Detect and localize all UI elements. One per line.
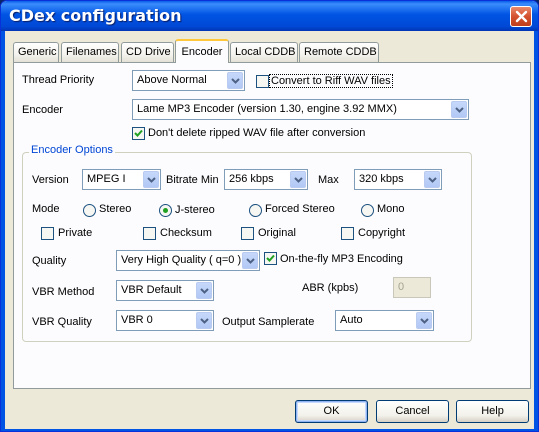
checksum-checkbox[interactable] — [143, 227, 156, 240]
quality-label: Quality — [32, 255, 67, 267]
vbr-method-select[interactable]: VBR Default — [116, 280, 214, 301]
checkmark-icon — [134, 129, 143, 137]
private-label: Private — [58, 227, 93, 239]
ok-button[interactable]: OK — [295, 400, 368, 423]
thread-priority-value: Above Normal — [137, 74, 207, 86]
quality-value: Very High Quality ( q=0 ) — [121, 254, 242, 266]
on-the-fly-checkbox[interactable] — [264, 252, 277, 265]
mode-stereo-radio[interactable] — [83, 204, 96, 217]
bitrate-max-label: Max — [318, 174, 339, 186]
dropdown-arrow-icon — [451, 101, 467, 118]
checkmark-icon — [266, 254, 275, 262]
bitrate-min-label: Bitrate Min — [166, 174, 219, 186]
abr-label: ABR (kpbs) — [302, 282, 359, 294]
bitrate-max-value: 320 kbps — [359, 173, 404, 185]
vbr-quality-select[interactable]: VBR 0 — [116, 310, 214, 331]
encoder-options-title: Encoder Options — [29, 144, 115, 156]
mode-mono-label: Mono — [377, 203, 405, 215]
version-label: Version — [32, 174, 69, 186]
encoder-label: Encoder — [22, 104, 63, 116]
mode-j-stereo-radio[interactable] — [159, 204, 172, 217]
cdex-configuration-dialog: CDex configuration Generic Filenames CD … — [0, 0, 539, 432]
version-value: MPEG I — [87, 173, 126, 185]
copyright-label: Copyright — [358, 227, 406, 239]
mode-label: Mode — [32, 203, 60, 215]
tab-generic[interactable]: Generic — [13, 42, 59, 62]
dropdown-arrow-icon — [424, 171, 440, 188]
dont-delete-wav-checkbox[interactable] — [132, 127, 145, 140]
mode-stereo-label: Stereo — [99, 203, 132, 215]
convert-riff-checkbox[interactable] — [256, 75, 269, 88]
window-frame-left — [1, 31, 5, 431]
abr-value: 0 — [398, 281, 405, 293]
vbr-quality-label: VBR Quality — [32, 316, 92, 328]
private-checkbox[interactable] — [41, 227, 54, 240]
dropdown-arrow-icon — [196, 282, 212, 299]
output-samplerate-select[interactable]: Auto — [335, 310, 434, 331]
tab-filenames[interactable]: Filenames — [61, 42, 119, 62]
output-samplerate-label: Output Samplerate — [222, 316, 315, 328]
original-label: Original — [258, 227, 296, 239]
window-title: CDex configuration — [9, 6, 182, 25]
version-select[interactable]: MPEG I — [82, 169, 161, 190]
bitrate-max-select[interactable]: 320 kbps — [354, 169, 442, 190]
quality-select[interactable]: Very High Quality ( q=0 ) — [116, 250, 260, 271]
dropdown-arrow-icon — [227, 72, 243, 89]
copyright-checkbox[interactable] — [341, 227, 354, 240]
tab-encoder[interactable]: Encoder — [175, 39, 229, 63]
tab-cd-drive[interactable]: CD Drive — [121, 42, 174, 62]
mode-j-stereo-label: J-stereo — [175, 204, 215, 216]
encoder-select[interactable]: Lame MP3 Encoder (version 1.30, engine 3… — [132, 99, 469, 120]
thread-priority-select[interactable]: Above Normal — [132, 70, 245, 91]
mode-forced-stereo-label: Forced Stereo — [265, 203, 335, 215]
dropdown-arrow-icon — [290, 171, 306, 188]
convert-riff-label: Convert to Riff WAV files — [269, 74, 393, 88]
mode-forced-stereo-radio[interactable] — [249, 204, 262, 217]
close-button[interactable] — [510, 6, 532, 27]
close-icon — [515, 10, 528, 23]
original-checkbox[interactable] — [241, 227, 254, 240]
encoder-value: Lame MP3 Encoder (version 1.30, engine 3… — [137, 103, 397, 115]
tab-remote-cddb[interactable]: Remote CDDB — [299, 42, 379, 62]
tab-local-cddb[interactable]: Local CDDB — [230, 42, 298, 62]
cancel-button[interactable]: Cancel — [376, 400, 449, 423]
window-frame-right — [534, 31, 538, 431]
vbr-method-label: VBR Method — [32, 286, 95, 298]
mode-mono-radio[interactable] — [361, 204, 374, 217]
bitrate-min-value: 256 kbps — [229, 173, 274, 185]
dont-delete-wav-label: Don't delete ripped WAV file after conve… — [148, 127, 366, 139]
thread-priority-label: Thread Priority — [22, 74, 95, 86]
dropdown-arrow-icon — [143, 171, 159, 188]
bitrate-min-select[interactable]: 256 kbps — [224, 169, 308, 190]
dropdown-arrow-icon — [242, 252, 258, 269]
vbr-method-value: VBR Default — [121, 284, 182, 296]
abr-input[interactable]: 0 — [393, 277, 431, 298]
checksum-label: Checksum — [160, 227, 212, 239]
dropdown-arrow-icon — [416, 312, 432, 329]
dropdown-arrow-icon — [196, 312, 212, 329]
vbr-quality-value: VBR 0 — [121, 314, 153, 326]
output-samplerate-value: Auto — [340, 314, 363, 326]
on-the-fly-label: On-the-fly MP3 Encoding — [280, 253, 403, 265]
title-bar[interactable]: CDex configuration — [1, 1, 538, 31]
help-button[interactable]: Help — [456, 400, 529, 423]
